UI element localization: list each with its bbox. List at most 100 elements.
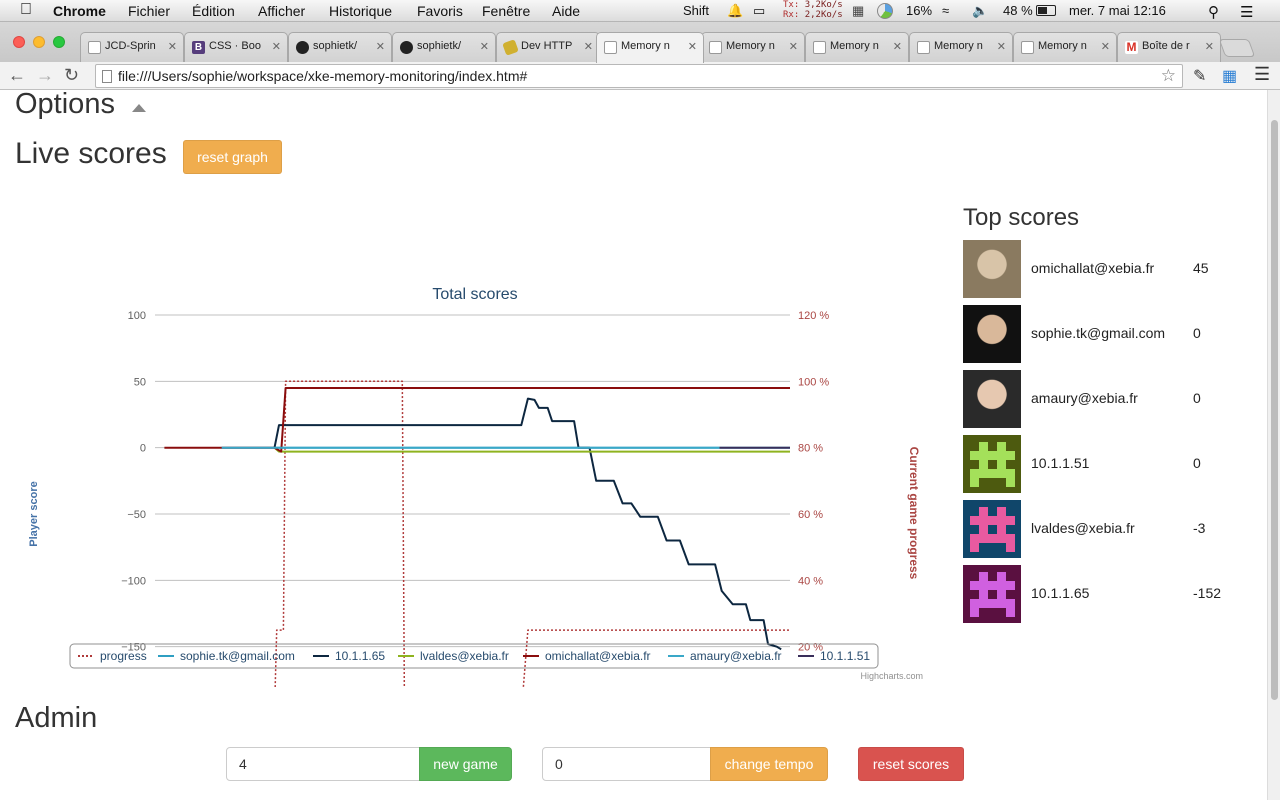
game-size-input[interactable] <box>226 747 420 781</box>
tab-memory-5[interactable]: Memory n ✕ <box>1013 32 1117 62</box>
tab-memory-active[interactable]: Memory n ✕ <box>596 32 704 63</box>
cpu-pie-icon[interactable] <box>877 3 893 19</box>
grid-icon[interactable]: ▦ <box>852 3 864 19</box>
admin-heading: Admin <box>15 702 98 734</box>
reset-graph-button[interactable]: reset graph <box>183 140 282 174</box>
close-tab-icon[interactable]: ✕ <box>789 40 798 53</box>
battery-icon[interactable] <box>1036 5 1056 16</box>
close-tab-icon[interactable]: ✕ <box>893 40 902 53</box>
github-icon <box>296 41 309 54</box>
y2-tick-label: 120 % <box>798 310 829 322</box>
legend-item[interactable]: progress <box>100 649 147 663</box>
menu-fenetre[interactable]: Fenêtre <box>482 3 530 19</box>
page-icon <box>88 41 101 54</box>
tab-dev-http[interactable]: Dev HTTP ✕ <box>496 32 600 62</box>
legend-item[interactable]: omichallat@xebia.fr <box>545 649 651 663</box>
extension-icon[interactable]: ▦ <box>1222 66 1237 86</box>
menu-app-name[interactable]: Chrome <box>53 3 106 19</box>
maximize-window-button[interactable] <box>53 36 65 48</box>
eyedropper-icon[interactable]: ✎ <box>1193 66 1206 86</box>
scrollbar-thumb[interactable] <box>1271 120 1278 700</box>
series-line-10-1-1-65[interactable] <box>273 397 782 651</box>
menu-aide[interactable]: Aide <box>552 3 580 19</box>
wifi-icon[interactable]: ≈ <box>942 3 949 18</box>
spotlight-search-icon[interactable]: ⚲ <box>1208 3 1219 21</box>
close-tab-icon[interactable]: ✕ <box>376 40 385 53</box>
tab-memory-4[interactable]: Memory n ✕ <box>909 32 1013 62</box>
reset-scores-button[interactable]: reset scores <box>858 747 964 781</box>
minimize-window-button[interactable] <box>33 36 45 48</box>
close-tab-icon[interactable]: ✕ <box>168 40 177 53</box>
menu-favoris[interactable]: Favoris <box>417 3 463 19</box>
legend-item[interactable]: sophie.tk@gmail.com <box>180 649 295 663</box>
y-tick-label: −50 <box>127 509 146 521</box>
bell-icon[interactable]: 🔔 <box>727 3 743 19</box>
caret-up-icon[interactable] <box>132 104 146 112</box>
player-name: 10.1.1.51 <box>1031 455 1090 471</box>
vertical-scrollbar[interactable] <box>1267 90 1280 800</box>
tab-label: JCD-Sprin <box>105 40 156 52</box>
player-name: sophie.tk@gmail.com <box>1031 325 1166 341</box>
close-tab-icon[interactable]: ✕ <box>272 40 281 53</box>
player-score: 0 <box>1193 455 1201 471</box>
y2-tick-label: 40 % <box>798 575 823 587</box>
reload-icon[interactable]: ↻ <box>64 65 79 86</box>
url-text[interactable]: file:///Users/sophie/workspace/xke-memor… <box>118 68 527 84</box>
tab-memory-2[interactable]: Memory n ✕ <box>701 32 805 62</box>
network-monitor[interactable]: Tx: 3,2Ko/s Rx: 2,2Ko/s <box>783 0 843 20</box>
close-window-button[interactable] <box>13 36 25 48</box>
close-tab-icon[interactable]: ✕ <box>1101 40 1110 53</box>
y2-tick-label: 80 % <box>798 443 823 455</box>
photo-avatar <box>963 305 1021 363</box>
new-game-button[interactable]: new game <box>419 747 512 781</box>
legend-item[interactable]: amaury@xebia.fr <box>690 649 782 663</box>
close-tab-icon[interactable]: ✕ <box>584 40 593 53</box>
close-tab-icon[interactable]: ✕ <box>688 40 697 53</box>
tab-css-bootstrap[interactable]: B CSS · Boo ✕ <box>184 32 288 62</box>
tab-label: sophietk/ <box>313 40 358 52</box>
forward-icon[interactable]: → <box>36 65 54 86</box>
tab-label: Memory n <box>621 40 670 52</box>
player-score: 0 <box>1193 325 1201 341</box>
bootstrap-icon: B <box>192 41 205 54</box>
legend-item[interactable]: lvaldes@xebia.fr <box>420 649 509 663</box>
shift-indicator: Shift <box>683 3 710 18</box>
menu-fichier[interactable]: Fichier <box>128 3 170 19</box>
legend-item[interactable]: 10.1.1.65 <box>335 649 385 663</box>
tab-label: Memory n <box>1038 40 1087 52</box>
player-score: -152 <box>1193 585 1222 601</box>
bookmark-star-icon[interactable]: ☆ <box>1161 66 1176 86</box>
gmail-icon: M <box>1125 40 1138 54</box>
page-icon <box>102 70 112 83</box>
clock[interactable]: mer. 7 mai 12:16 <box>1069 3 1166 18</box>
series-line-progress[interactable] <box>164 380 790 687</box>
series-line-omichallat-xebia-fr[interactable] <box>164 387 790 453</box>
tempo-input[interactable] <box>542 747 711 781</box>
y-tick-label: 100 <box>128 310 146 322</box>
tab-memory-3[interactable]: Memory n ✕ <box>805 32 909 62</box>
chrome-menu-icon[interactable]: ☰ <box>1254 64 1270 85</box>
close-tab-icon[interactable]: ✕ <box>1205 40 1214 53</box>
new-tab-button[interactable] <box>1218 39 1256 57</box>
chart-credits[interactable]: Highcharts.com <box>860 671 923 681</box>
volume-icon[interactable]: 🔈 <box>972 3 988 19</box>
menu-afficher[interactable]: Afficher <box>258 3 305 19</box>
tab-github-2[interactable]: sophietk/ ✕ <box>392 32 496 62</box>
tab-jcd-sprint[interactable]: JCD-Sprin ✕ <box>80 32 184 62</box>
notification-center-icon[interactable]: ☰ <box>1240 3 1253 21</box>
menu-historique[interactable]: Historique <box>329 3 392 19</box>
y-tick-label: −100 <box>121 575 146 587</box>
tab-github-1[interactable]: sophietk/ ✕ <box>288 32 392 62</box>
airplay-icon[interactable]: ▭ <box>753 3 765 19</box>
player-score: 45 <box>1193 260 1209 276</box>
tab-gmail[interactable]: M Boîte de r ✕ <box>1117 32 1221 62</box>
back-icon[interactable]: ← <box>8 65 26 86</box>
address-bar[interactable]: file:///Users/sophie/workspace/xke-memor… <box>95 64 1183 88</box>
close-tab-icon[interactable]: ✕ <box>480 40 489 53</box>
close-tab-icon[interactable]: ✕ <box>997 40 1006 53</box>
apple-icon[interactable]:  <box>20 1 32 19</box>
menu-edition[interactable]: Édition <box>192 3 235 19</box>
legend-item[interactable]: 10.1.1.51 <box>820 649 870 663</box>
change-tempo-button[interactable]: change tempo <box>710 747 828 781</box>
options-heading[interactable]: Options <box>15 90 115 121</box>
